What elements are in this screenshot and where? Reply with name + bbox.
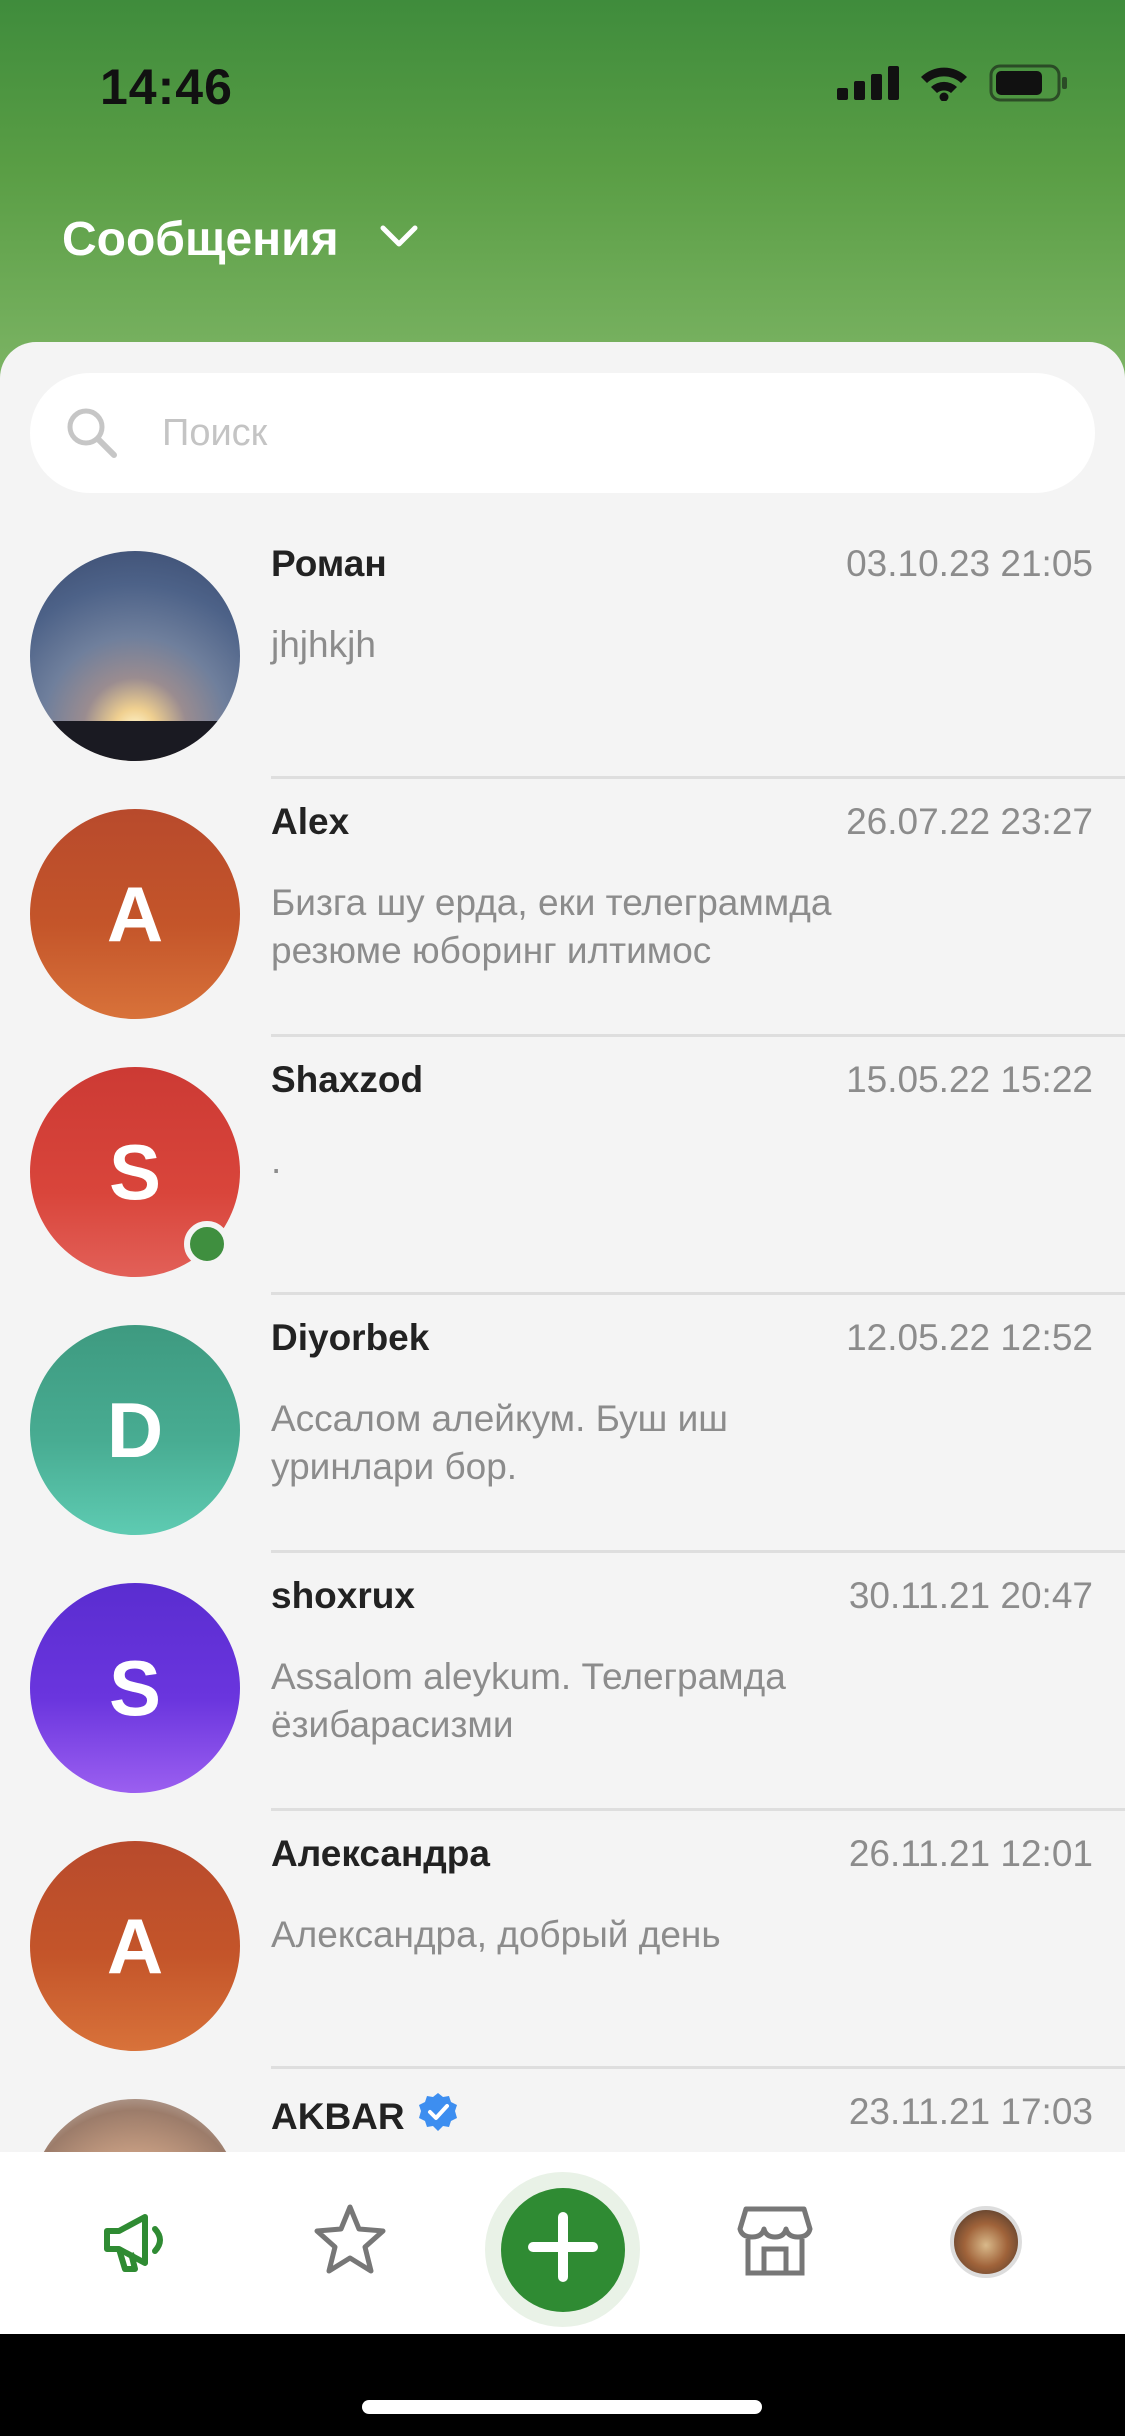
tab-favorites[interactable]	[300, 2192, 400, 2292]
search-input[interactable]	[162, 373, 1042, 493]
plus-icon	[523, 2207, 603, 2292]
avatar: A	[30, 809, 240, 1019]
create-button[interactable]	[485, 2172, 640, 2327]
search-bar[interactable]	[30, 373, 1095, 493]
tab-profile[interactable]	[936, 2192, 1036, 2292]
conversation-item[interactable]: S Shaxzod 15.05.22 15:22 .	[0, 1037, 1125, 1295]
message-date: 26.11.21 12:01	[848, 1833, 1093, 1874]
profile-avatar	[950, 2206, 1022, 2278]
message-date: 30.11.21 20:47	[848, 1575, 1093, 1616]
contact-name: Shaxzod	[271, 1059, 424, 1100]
store-icon	[736, 2201, 814, 2284]
conversation-item[interactable]: Роман 03.10.23 21:05 jhjhkjh	[0, 521, 1125, 779]
verified-badge-icon	[417, 2091, 459, 2142]
wifi-icon	[919, 65, 969, 106]
contact-name: AKBAR	[271, 2095, 405, 2137]
conversation-item[interactable]: A Александра 26.11.21 12:01 Александра, …	[0, 1811, 1125, 2069]
message-date: 15.05.22 15:22	[846, 1059, 1093, 1100]
message-preview: Александра, добрый день	[271, 1914, 721, 1955]
message-date: 26.07.22 23:27	[846, 801, 1093, 842]
contact-name: Diyorbek	[271, 1317, 430, 1358]
battery-icon	[989, 64, 1069, 107]
message-date: 23.11.21 17:03	[848, 2091, 1093, 2132]
star-icon	[311, 2201, 389, 2284]
avatar	[30, 551, 240, 761]
status-bar: 14:46	[0, 0, 1125, 160]
header: 14:46 Сообщения	[0, 0, 1125, 380]
contact-name: shoxrux	[271, 1575, 415, 1616]
message-preview: jhjhkjh	[271, 624, 376, 665]
message-preview: Assalom aleykum. Телеграмда ёзибарасизми	[271, 1656, 786, 1745]
tab-store[interactable]	[725, 2192, 825, 2292]
search-icon	[64, 405, 120, 466]
title-dropdown[interactable]: Сообщения	[62, 212, 419, 267]
message-preview: Бизга шу ерда, еки телеграммда резюме юб…	[271, 882, 832, 971]
page-title: Сообщения	[62, 213, 339, 266]
online-indicator	[184, 1221, 230, 1267]
message-date: 12.05.22 12:52	[846, 1317, 1093, 1358]
contact-name: Роман	[271, 543, 387, 584]
create-button-circle	[500, 2187, 625, 2312]
home-indicator[interactable]	[362, 2400, 762, 2414]
status-time: 14:46	[100, 59, 233, 115]
avatar: A	[30, 1841, 240, 2051]
avatar: S	[30, 1583, 240, 1793]
avatar: D	[30, 1325, 240, 1535]
contact-name: Alex	[271, 801, 350, 842]
contact-name: Александра	[271, 1833, 490, 1874]
megaphone-icon	[99, 2201, 177, 2284]
home-bar	[0, 2334, 1125, 2436]
chevron-down-icon	[379, 224, 419, 255]
message-preview: .	[271, 1140, 282, 1181]
message-date: 03.10.23 21:05	[846, 543, 1093, 584]
conversation-item[interactable]: A Alex 26.07.22 23:27 Бизга шу ерда, еки…	[0, 779, 1125, 1037]
cellular-signal-icon	[837, 66, 899, 105]
conversation-item[interactable]: S shoxrux 30.11.21 20:47 Assalom aleykum…	[0, 1553, 1125, 1811]
message-preview: Ассалом алейкум. Буш иш уринлари бор.	[271, 1398, 728, 1487]
status-icons	[837, 64, 1069, 107]
messages-screen: 14:46 Сообщения Поиск Роман 03.10.23 21:…	[0, 0, 1125, 2436]
tab-announcements[interactable]	[88, 2192, 188, 2292]
conversation-item[interactable]: D Diyorbek 12.05.22 12:52 Ассалом алейку…	[0, 1295, 1125, 1553]
